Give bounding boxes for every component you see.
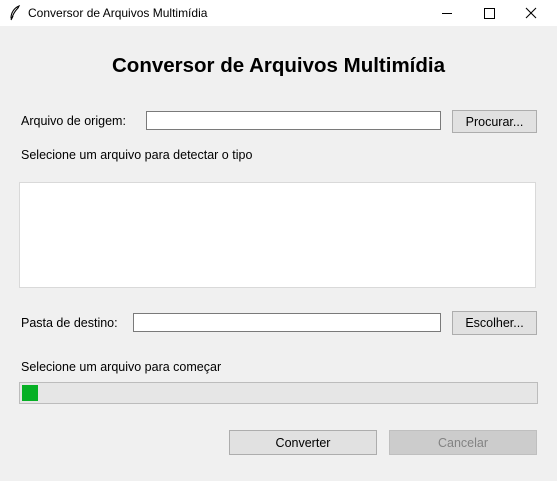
minimize-icon [442,12,452,14]
source-file-input[interactable] [146,111,441,130]
progress-bar [19,382,538,404]
maximize-button[interactable] [469,0,509,26]
feather-icon [10,5,21,21]
destination-label: Pasta de destino: [21,316,118,330]
page-title: Conversor de Arquivos Multimídia [112,54,445,77]
convert-button[interactable]: Converter [229,430,377,455]
destination-folder-input[interactable] [133,313,441,332]
source-file-label: Arquivo de origem: [21,114,126,128]
progress-status-text: Selecione um arquivo para começar [21,360,222,374]
choose-folder-button[interactable]: Escolher... [452,311,537,335]
browse-button[interactable]: Procurar... [452,110,537,133]
file-info-box [19,182,536,288]
detect-status-text: Selecione um arquivo para detectar o tip… [21,148,253,162]
title-bar[interactable]: Conversor de Arquivos Multimídia [0,0,557,26]
close-button[interactable] [511,0,551,26]
maximize-icon [483,7,495,19]
window-title: Conversor de Arquivos Multimídia [28,6,208,20]
progress-bar-fill [22,385,38,401]
cancel-button[interactable]: Cancelar [389,430,537,455]
close-icon [525,7,537,19]
minimize-button[interactable] [427,0,467,26]
